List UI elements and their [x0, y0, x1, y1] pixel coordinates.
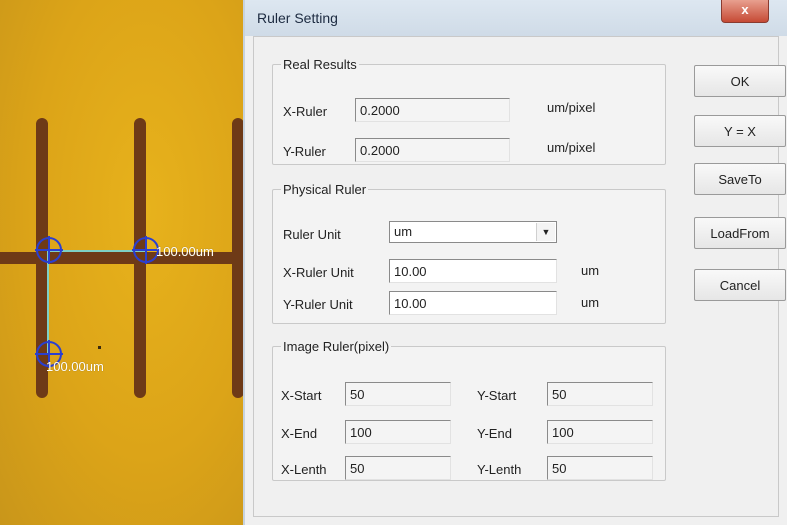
- microscope-image[interactable]: 100.00um 100.00um: [0, 0, 243, 525]
- physical-ruler-group: Physical Ruler Ruler Unit um ▼ X-Ruler U…: [272, 182, 666, 324]
- ruler-unit-select[interactable]: um ▼: [389, 221, 557, 243]
- ruler-unit-label: Ruler Unit: [283, 227, 341, 242]
- measure-line-vertical: [47, 250, 49, 354]
- y-length-field: [547, 456, 653, 480]
- dialog-titlebar[interactable]: Ruler Setting x: [245, 0, 787, 36]
- close-button[interactable]: x: [721, 0, 769, 23]
- x-end-label: X-End: [281, 426, 318, 441]
- y-length-label: Y-Lenth: [477, 462, 522, 477]
- x-start-field: [345, 382, 451, 406]
- load-from-button[interactable]: LoadFrom: [694, 217, 786, 249]
- y-start-field: [547, 382, 653, 406]
- x-end-field: [345, 420, 451, 444]
- real-results-group: Real Results X-Ruler um/pixel Y-Ruler um…: [272, 57, 666, 165]
- y-ruler-unit-label: Y-Ruler Unit: [283, 297, 353, 312]
- dot-marker: [98, 346, 101, 349]
- close-icon: x: [741, 2, 749, 17]
- x-ruler-unit: um/pixel: [547, 100, 596, 115]
- x-ruler-unit-suffix: um: [581, 263, 600, 278]
- y-equals-x-button[interactable]: Y = X: [694, 115, 786, 147]
- x-start-label: X-Start: [281, 388, 322, 403]
- ruler-setting-dialog: Ruler Setting x Real Results X-Ruler um/…: [243, 0, 787, 525]
- ruler-unit-selected: um: [394, 224, 413, 239]
- ok-button[interactable]: OK: [694, 65, 786, 97]
- cancel-button[interactable]: Cancel: [694, 269, 786, 301]
- y-end-field: [547, 420, 653, 444]
- ruler-start-marker[interactable]: [35, 236, 63, 264]
- chevron-down-icon[interactable]: ▼: [536, 223, 555, 241]
- y-start-label: Y-Start: [477, 388, 517, 403]
- x-ruler-unit-input[interactable]: [389, 259, 557, 283]
- image-ruler-group: Image Ruler(pixel) X-Start Y-Start X-End…: [272, 339, 666, 481]
- y-end-label: Y-End: [477, 426, 512, 441]
- vertical-measure-label: 100.00um: [46, 359, 104, 374]
- y-ruler-unit: um/pixel: [547, 140, 596, 155]
- y-ruler-label: Y-Ruler: [283, 144, 326, 159]
- x-length-field: [345, 456, 451, 480]
- y-ruler-result-field: [355, 138, 510, 162]
- x-length-label: X-Lenth: [281, 462, 327, 477]
- x-ruler-label: X-Ruler: [283, 104, 328, 119]
- save-to-button[interactable]: SaveTo: [694, 163, 786, 195]
- real-results-legend: Real Results: [283, 57, 357, 72]
- x-ruler-unit-label: X-Ruler Unit: [283, 265, 354, 280]
- x-ruler-result-field: [355, 98, 510, 122]
- y-ruler-unit-input[interactable]: [389, 291, 557, 315]
- y-ruler-unit-suffix: um: [581, 295, 600, 310]
- horizontal-measure-label: 100.00um: [156, 244, 214, 259]
- dialog-content: Real Results X-Ruler um/pixel Y-Ruler um…: [253, 36, 786, 517]
- dialog-title: Ruler Setting: [257, 10, 338, 26]
- physical-ruler-legend: Physical Ruler: [283, 182, 367, 197]
- image-ruler-legend: Image Ruler(pixel): [283, 339, 390, 354]
